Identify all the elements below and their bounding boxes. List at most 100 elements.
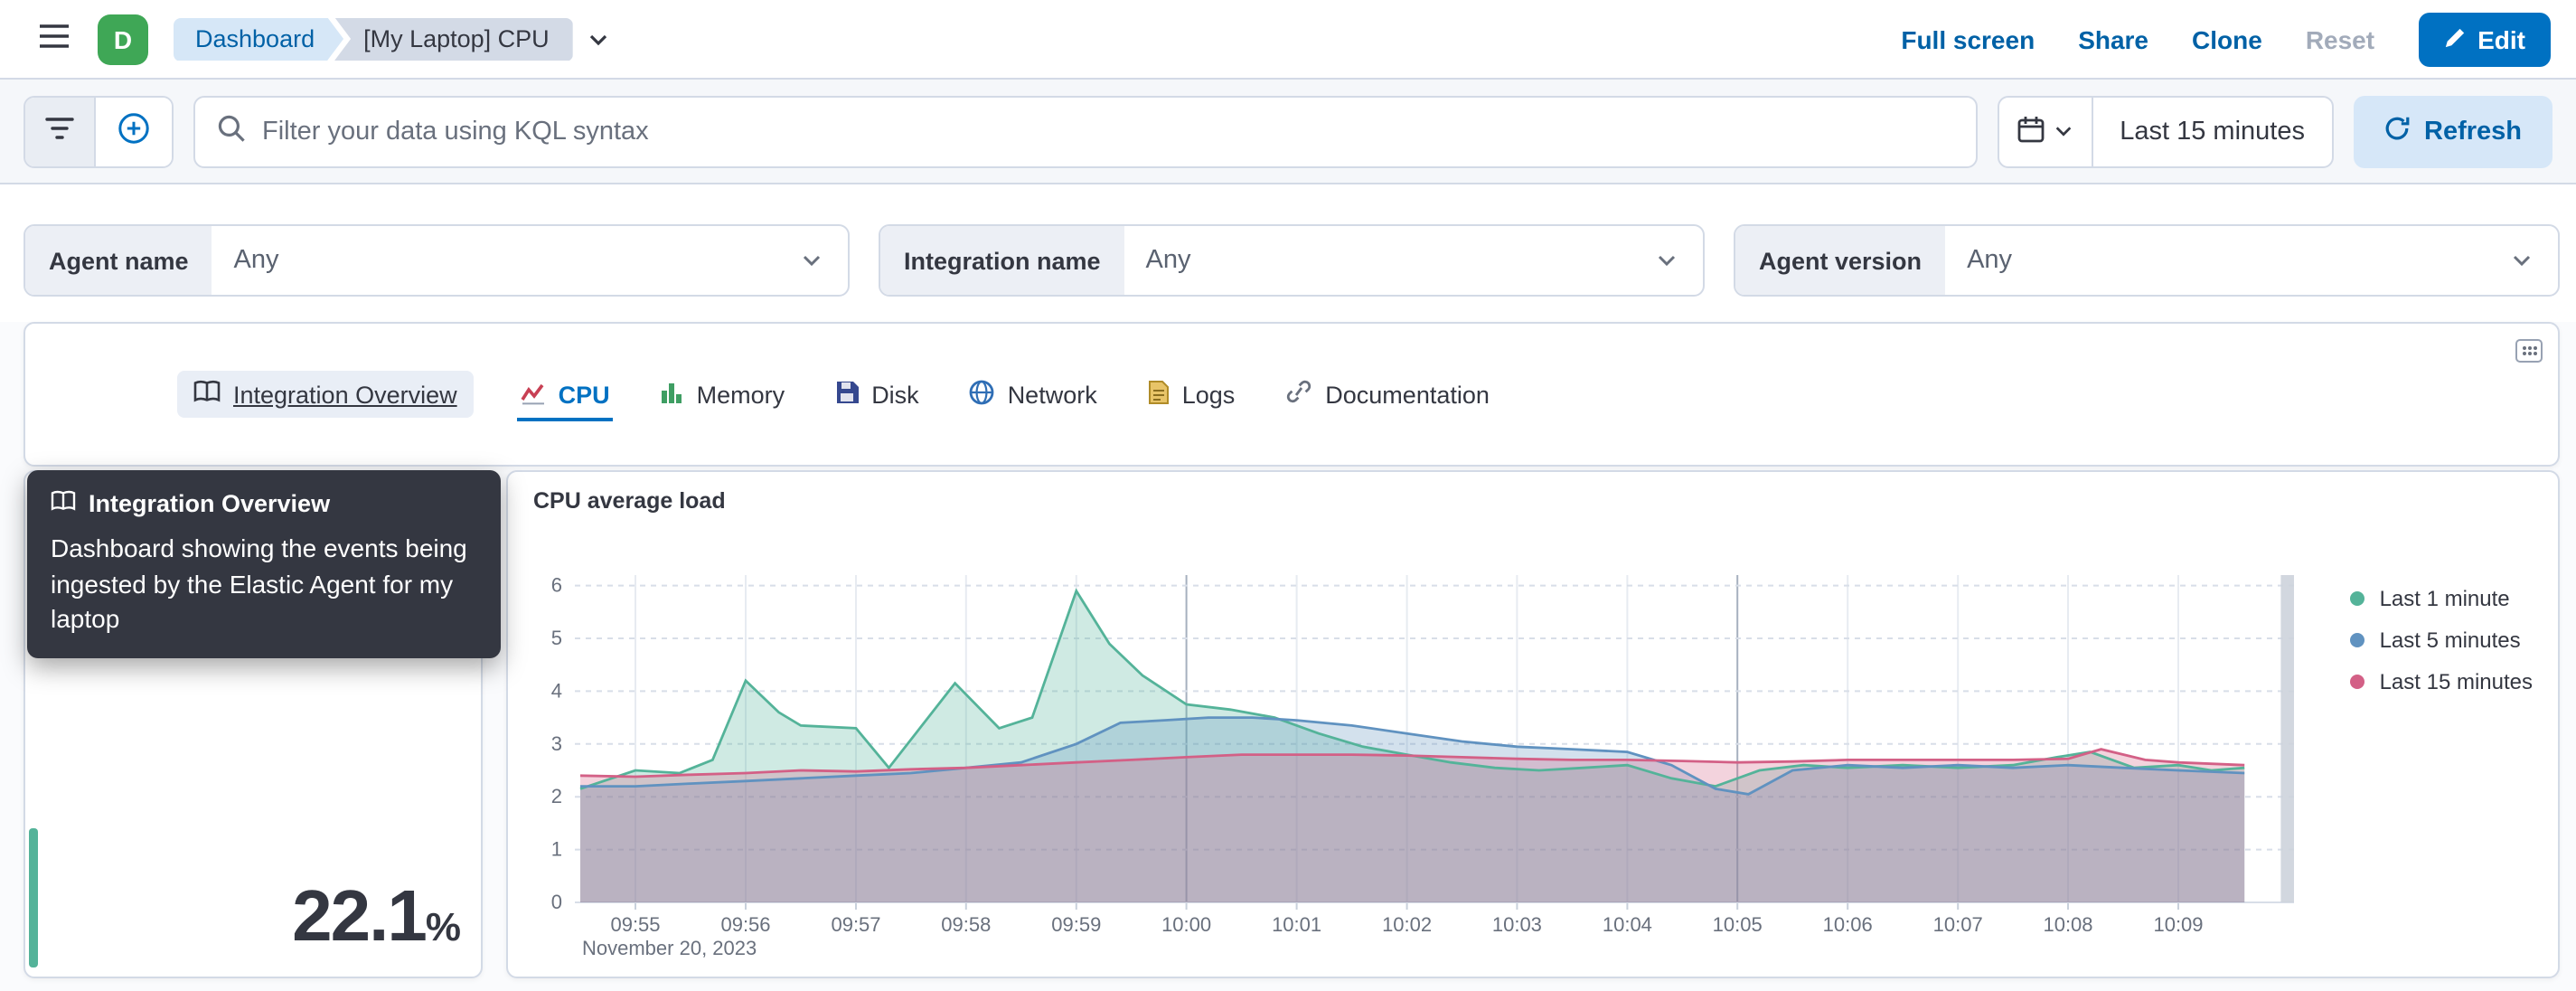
svg-text:09:55: 09:55: [610, 913, 660, 936]
tab-documentation[interactable]: Documentation: [1282, 371, 1493, 418]
legend-dot: [2350, 675, 2365, 689]
control-label: Agent version: [1735, 226, 1946, 295]
legend-label: Last 15 minutes: [2379, 669, 2533, 694]
metric-unit: %: [425, 904, 461, 949]
date-quick-select-button[interactable]: [1998, 97, 2093, 165]
svg-text:5: 5: [551, 627, 562, 649]
chevron-down-icon: [1654, 248, 1679, 273]
svg-text:09:58: 09:58: [941, 913, 991, 936]
svg-text:09:56: 09:56: [720, 913, 770, 936]
legend-item[interactable]: Last 5 minutes: [2350, 628, 2533, 653]
svg-text:10:03: 10:03: [1492, 913, 1542, 936]
floppy-disk-icon: [835, 380, 860, 409]
time-range-value[interactable]: Last 15 minutes: [2092, 117, 2332, 146]
svg-text:10:06: 10:06: [1823, 913, 1873, 936]
svg-text:10:01: 10:01: [1272, 913, 1321, 936]
links-panel: Integration Overview CPU Memory Disk Net…: [24, 322, 2560, 467]
svg-text:09:59: 09:59: [1051, 913, 1101, 936]
chevron-down-icon: [2053, 117, 2073, 146]
tab-integration-overview[interactable]: Integration Overview: [177, 371, 474, 418]
legend-label: Last 5 minutes: [2379, 628, 2521, 653]
panel-options-button[interactable]: [2511, 335, 2547, 371]
svg-text:10:02: 10:02: [1382, 913, 1432, 936]
refresh-icon: [2384, 115, 2410, 147]
control-value: Any: [233, 246, 279, 275]
control-agent-version[interactable]: Agent version Any: [1734, 224, 2560, 297]
dashboard-controls-row: Agent name Any Integration name Any Agen…: [0, 184, 2576, 322]
svg-text:10:07: 10:07: [1933, 913, 1983, 936]
svg-text:0: 0: [551, 891, 562, 913]
panel-options-grid-icon: [2515, 335, 2543, 370]
link-icon: [1285, 380, 1312, 409]
cpu-average-load-panel: CPU average load 09:55 09:56 09:57 09:58 09:…: [506, 470, 2560, 978]
share-button[interactable]: Share: [2078, 24, 2148, 53]
calendar-icon: [2017, 115, 2044, 147]
line-chart-icon: [521, 381, 546, 410]
chart-title: CPU average load: [533, 488, 726, 514]
legend-item[interactable]: Last 1 minute: [2350, 586, 2533, 611]
space-avatar-initial: D: [113, 24, 133, 53]
book-icon: [51, 490, 76, 517]
kibana-dashboard-app: D Dashboard [My Laptop] CPU Full screen …: [0, 0, 2576, 991]
control-agent-name[interactable]: Agent name Any: [24, 224, 850, 297]
filters-button[interactable]: [25, 97, 96, 165]
reset-button[interactable]: Reset: [2306, 24, 2374, 53]
breadcrumb-dashboard[interactable]: Dashboard: [174, 17, 343, 61]
tooltip-body: Dashboard showing the events being inges…: [51, 533, 467, 633]
svg-text:November 20, 2023: November 20, 2023: [582, 937, 757, 959]
tab-memory[interactable]: Memory: [657, 371, 789, 418]
dashboard-links-row: Integration Overview CPU Memory Disk Net…: [25, 324, 2558, 465]
breadcrumb-chevron-down-icon[interactable]: [586, 26, 611, 52]
metric-value: 22.1%: [292, 877, 461, 957]
breadcrumb-current[interactable]: [My Laptop] CPU: [334, 17, 573, 61]
clone-button[interactable]: Clone: [2192, 24, 2262, 53]
edit-button[interactable]: Edit: [2418, 12, 2551, 66]
control-integration-name[interactable]: Integration name Any: [879, 224, 1705, 297]
dashboard-canvas: Integration Overview CPU Memory Disk Net…: [0, 322, 2576, 991]
full-screen-button[interactable]: Full screen: [1901, 24, 2035, 53]
tab-logs[interactable]: Logs: [1144, 370, 1239, 419]
svg-text:6: 6: [551, 574, 562, 597]
control-value: Any: [1145, 246, 1191, 275]
tab-cpu[interactable]: CPU: [516, 372, 614, 420]
tab-disk[interactable]: Disk: [832, 371, 923, 418]
plus-circle-icon: [118, 112, 150, 150]
integration-overview-tooltip: Integration Overview Dashboard showing t…: [27, 470, 501, 657]
svg-text:4: 4: [551, 679, 562, 702]
cpu-average-load-chart[interactable]: 09:55 09:56 09:57 09:58 09:59 10:00 10:01 10:02…: [519, 526, 2308, 960]
kql-search-input[interactable]: [262, 117, 1954, 146]
globe-icon: [970, 379, 995, 410]
svg-text:10:04: 10:04: [1603, 913, 1652, 936]
svg-text:10:08: 10:08: [2043, 913, 2092, 936]
control-label: Agent name: [25, 226, 212, 295]
document-icon: [1148, 379, 1170, 410]
control-label: Integration name: [880, 226, 1124, 295]
date-picker: Last 15 minutes: [1997, 95, 2334, 167]
hamburger-icon: [40, 24, 69, 54]
menu-button[interactable]: [25, 10, 83, 68]
query-toolbar: Last 15 minutes Refresh: [0, 80, 2576, 184]
legend-item[interactable]: Last 15 minutes: [2350, 669, 2533, 694]
pencil-icon: [2443, 24, 2465, 53]
tooltip-title: Integration Overview: [51, 490, 477, 517]
filter-button-group: [24, 95, 174, 167]
book-icon: [193, 380, 221, 409]
space-avatar[interactable]: D: [98, 14, 148, 64]
chart-legend: Last 1 minute Last 5 minutes Last 15 min…: [2350, 586, 2533, 694]
tab-network[interactable]: Network: [966, 370, 1101, 419]
search-icon: [217, 114, 246, 148]
svg-text:1: 1: [551, 838, 562, 861]
svg-text:10:05: 10:05: [1713, 913, 1763, 936]
refresh-button[interactable]: Refresh: [2354, 95, 2552, 167]
svg-text:10:00: 10:00: [1161, 913, 1211, 936]
control-value: Any: [1967, 246, 2013, 275]
kql-search-bar: [193, 95, 1978, 167]
app-header: D Dashboard [My Laptop] CPU Full screen …: [0, 0, 2576, 80]
legend-dot: [2350, 633, 2365, 647]
legend-label: Last 1 minute: [2379, 586, 2510, 611]
svg-text:3: 3: [551, 732, 562, 755]
svg-text:10:09: 10:09: [2153, 913, 2203, 936]
add-filter-button[interactable]: [96, 97, 172, 165]
filter-funnel-icon: [45, 116, 74, 146]
metric-accent-bar: [29, 828, 38, 967]
